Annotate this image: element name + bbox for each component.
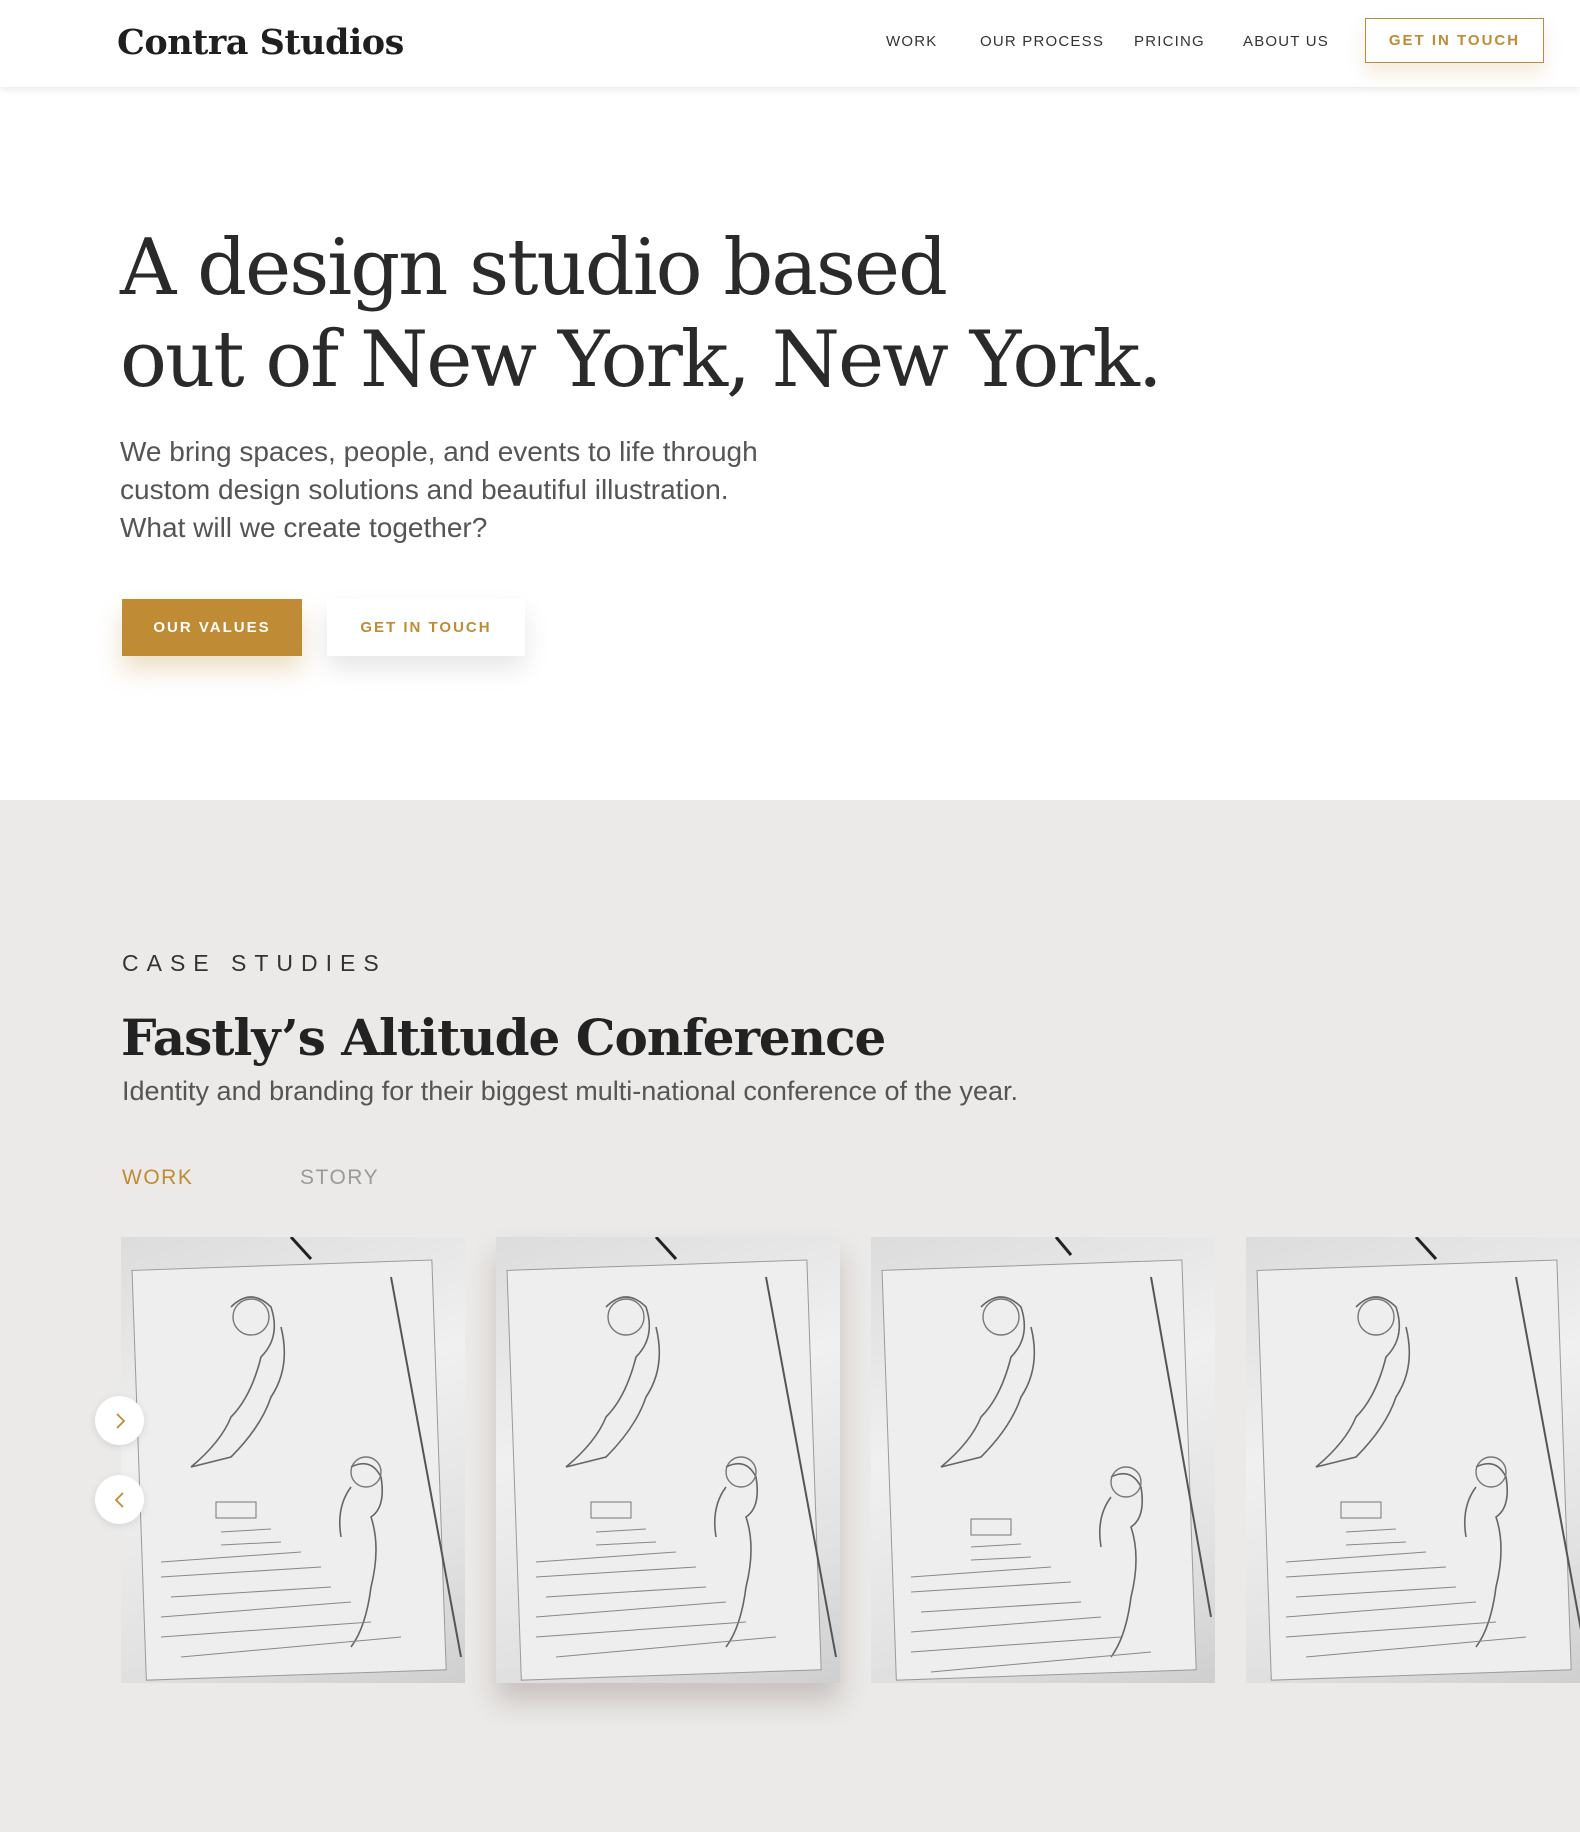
section-eyebrow: CASE STUDIES: [122, 950, 387, 976]
sketch-illustration: [881, 1237, 1212, 1681]
gallery-image-2[interactable]: [496, 1237, 840, 1683]
hero-title-line-2: out of New York, New York.: [120, 315, 1163, 405]
case-studies-section: CASE STUDIES Fastly’s Altitude Conferenc…: [0, 800, 1580, 1832]
case-study-subtitle: Identity and branding for their biggest …: [122, 1076, 1019, 1106]
sketch-illustration: [131, 1237, 462, 1681]
hero-subtitle: We bring spaces, people, and events to l…: [120, 436, 758, 543]
carousel-prev-button[interactable]: [95, 1475, 144, 1524]
our-values-button[interactable]: OUR VALUES: [122, 599, 302, 656]
nav-work[interactable]: WORK: [886, 33, 937, 50]
carousel-next-button[interactable]: [95, 1396, 144, 1445]
nav-about-us[interactable]: ABOUT US: [1243, 33, 1329, 50]
site-header: Contra Studios WORK OUR PROCESS PRICING …: [0, 0, 1580, 87]
gallery-image-4[interactable]: [1246, 1237, 1580, 1683]
gallery-image-3[interactable]: [871, 1237, 1215, 1683]
gallery-image-1[interactable]: [121, 1237, 465, 1683]
header-get-in-touch-button[interactable]: GET IN TOUCH: [1365, 18, 1544, 63]
hero-title: A design studio based out of New York, N…: [120, 222, 1163, 406]
logo[interactable]: Contra Studios: [117, 22, 404, 63]
hero-title-line-1: A design studio based: [120, 223, 948, 313]
nav-our-process[interactable]: OUR PROCESS: [980, 33, 1104, 50]
sketch-illustration: [1256, 1237, 1580, 1681]
chevron-left-icon: [114, 1491, 124, 1508]
case-study-title: Fastly’s Altitude Conference: [121, 1008, 886, 1067]
hero-get-in-touch-button[interactable]: GET IN TOUCH: [327, 599, 525, 656]
tab-work[interactable]: WORK: [122, 1166, 193, 1190]
nav-pricing[interactable]: PRICING: [1134, 33, 1205, 50]
sketch-illustration: [506, 1237, 837, 1681]
tab-story[interactable]: STORY: [300, 1166, 379, 1190]
chevron-right-icon: [115, 1412, 125, 1429]
